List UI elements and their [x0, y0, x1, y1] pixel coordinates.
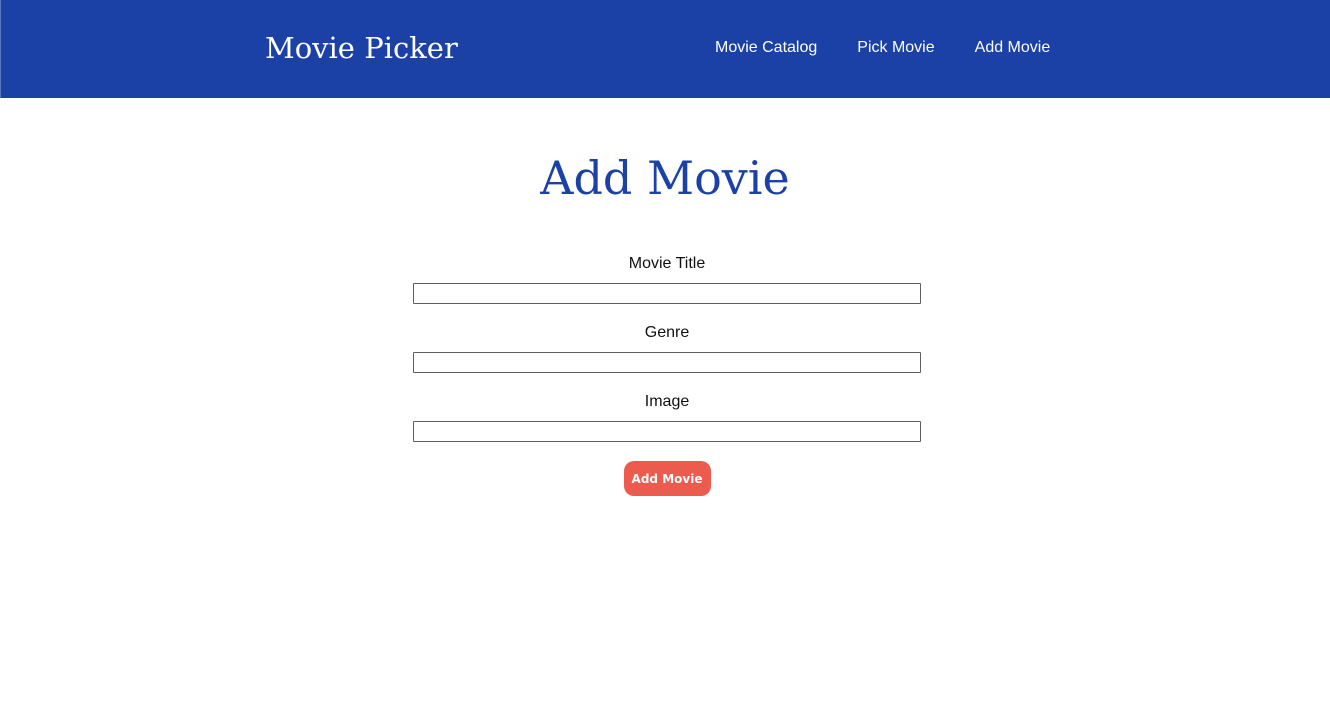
genre-label: Genre — [644, 324, 690, 341]
genre-input[interactable] — [413, 352, 921, 373]
brand-logo-link[interactable]: Movie Picker — [265, 30, 458, 66]
add-movie-form: Movie Title Genre Image Add Movie — [413, 252, 921, 496]
main-nav: Movie Catalog Pick Movie Add Movie — [715, 38, 1050, 58]
page-title: Add Movie — [540, 151, 790, 205]
nav-link-add-movie[interactable]: Add Movie — [975, 38, 1051, 58]
movie-title-input[interactable] — [413, 283, 921, 304]
nav-link-movie-catalog[interactable]: Movie Catalog — [715, 38, 817, 58]
movie-title-label: Movie Title — [628, 255, 706, 272]
image-field-group: Image — [413, 390, 921, 459]
add-movie-submit-button[interactable]: Add Movie — [623, 461, 711, 496]
image-input[interactable] — [413, 421, 921, 442]
top-nav-bar: Movie Picker Movie Catalog Pick Movie Ad… — [0, 0, 1330, 98]
image-label: Image — [644, 393, 690, 410]
genre-field-group: Genre — [413, 321, 921, 390]
nav-link-pick-movie[interactable]: Pick Movie — [857, 38, 934, 58]
movie-title-field-group: Movie Title — [413, 252, 921, 321]
